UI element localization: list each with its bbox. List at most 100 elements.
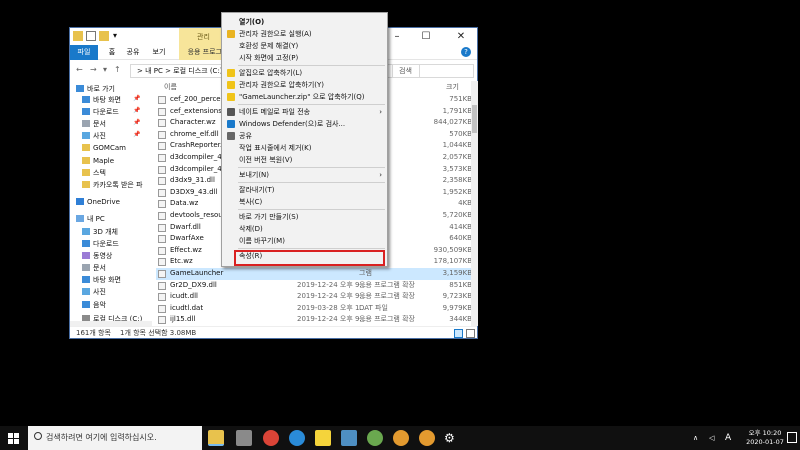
menu-item[interactable]: 작업 표시줄에서 제거(K) xyxy=(222,142,387,154)
recent-icon[interactable]: ▾ xyxy=(103,65,107,74)
menu-item[interactable]: 이름 바꾸기(M) xyxy=(222,235,387,247)
column-size[interactable]: 크기 xyxy=(446,81,459,93)
nav-item-label: Maple xyxy=(93,157,115,165)
file-row[interactable]: icudtl.dat 2019-03-28 오후 1... DAT 파일 9,979K… xyxy=(156,303,471,315)
file-icon xyxy=(158,316,166,325)
menu-item[interactable]: "GameLauncher.zip" 으로 압축하기(Q) xyxy=(222,91,387,103)
nav-item[interactable]: 음악 xyxy=(82,300,106,311)
search-input[interactable]: 검색 xyxy=(392,64,474,78)
menu-item[interactable]: 호환성 문제 해결(Y) xyxy=(222,40,387,52)
nav-item[interactable]: 스텍 xyxy=(82,168,106,179)
nav-item[interactable]: 다운로드 xyxy=(82,239,119,250)
menu-item[interactable]: 관리자 권한으로 실행(A) xyxy=(222,28,387,40)
up-icon[interactable]: ↑ xyxy=(114,65,121,74)
file-row[interactable]: Gr2D_DX9.dll 2019-12-24 오후 9... 응용 프로그램 확장… xyxy=(156,280,471,292)
file-explorer-icon[interactable] xyxy=(208,430,224,446)
tab-file[interactable]: 파일 xyxy=(70,45,98,60)
notification-icon[interactable] xyxy=(787,432,797,443)
kakaotalk-icon[interactable] xyxy=(315,430,331,446)
folder-icon xyxy=(76,198,84,205)
nav-item[interactable]: 동영상 xyxy=(82,251,112,262)
file-size: 9,723KB xyxy=(442,292,471,301)
menu-item[interactable]: 열기(O) xyxy=(222,16,387,28)
file-icon xyxy=(158,258,166,267)
nav-item[interactable]: 바로 가기 xyxy=(76,84,115,95)
manage-tab[interactable]: 관리 xyxy=(197,32,210,42)
app-icon[interactable] xyxy=(367,430,383,446)
menu-item[interactable]: 이전 버전 복원(V) xyxy=(222,154,387,166)
clock[interactable]: 오후 10:20 2020-01-07 xyxy=(745,429,785,447)
menu-item[interactable]: 관리자 권한으로 압축하기(Y) xyxy=(222,79,387,91)
nav-item-label: 바로 가기 xyxy=(87,85,115,93)
nate-icon xyxy=(227,108,235,116)
taskbar-search[interactable]: 검색하려면 여기에 입력하십시오. xyxy=(28,426,202,450)
file-row[interactable]: ijl15.dll 2019-12-24 오후 9... 응용 프로그램 확장 344… xyxy=(156,314,471,326)
nav-item[interactable]: 문서 xyxy=(82,119,106,130)
maplestory-icon[interactable] xyxy=(393,430,409,446)
nav-item[interactable]: 내 PC xyxy=(76,214,105,225)
scroll-thumb[interactable] xyxy=(472,105,477,133)
menu-item[interactable]: Windows Defender(으)로 검사... xyxy=(222,118,387,130)
file-row[interactable]: GameLauncher 그램 3,159KB xyxy=(156,268,471,280)
file-name: CrashReporter.dll xyxy=(170,141,226,150)
settings-icon[interactable]: ⚙ xyxy=(444,430,460,446)
maximize-button[interactable]: ☐ xyxy=(411,28,441,45)
menu-item[interactable]: 보내기(N) › xyxy=(222,169,387,181)
menu-item-label: 열기(O) xyxy=(239,18,265,26)
nav-item[interactable]: GOMCam xyxy=(82,143,126,154)
start-button[interactable] xyxy=(0,426,28,450)
tab-view[interactable]: 보기 xyxy=(150,45,168,60)
volume-icon[interactable]: ◁ xyxy=(709,426,714,450)
nav-item-label: 문서 xyxy=(93,120,106,128)
menu-item[interactable]: 시작 화면에 고정(P) xyxy=(222,52,387,64)
details-view-icon[interactable] xyxy=(454,329,463,338)
nav-item[interactable]: 바탕 화면 xyxy=(82,95,121,106)
tab-home[interactable]: 홈 xyxy=(104,45,120,60)
column-name[interactable]: 이름 xyxy=(164,81,177,93)
menu-item[interactable]: 알집으로 압축하기(L) xyxy=(222,67,387,79)
maplestory-icon[interactable] xyxy=(419,430,435,446)
menu-item[interactable]: 공유 xyxy=(222,130,387,142)
submenu-arrow-icon: › xyxy=(379,108,382,116)
close-button[interactable]: ✕ xyxy=(446,28,476,45)
nav-item[interactable]: 문서 xyxy=(82,263,106,274)
menu-item[interactable]: 바로 가기 만들기(S) xyxy=(222,211,387,223)
file-row[interactable]: icudt.dll 2019-12-24 오후 9... 응용 프로그램 확장 9,7… xyxy=(156,291,471,303)
nav-item-label: 바탕 화면 xyxy=(93,276,121,284)
menu-item[interactable]: 네이트 메일로 파일 전송 › xyxy=(222,106,387,118)
folder-icon xyxy=(82,181,90,188)
nav-item[interactable]: 카카오톡 받은 파 xyxy=(82,180,143,191)
nav-item[interactable]: 바탕 화면 xyxy=(82,275,121,286)
nav-item[interactable]: 사진 xyxy=(82,131,106,142)
menu-item[interactable]: 잘라내기(T) xyxy=(222,184,387,196)
menu-item[interactable]: 복사(C) xyxy=(222,196,387,208)
new-folder-icon[interactable] xyxy=(99,31,109,41)
chevron-up-icon[interactable]: ∧ xyxy=(693,426,698,450)
large-icons-view-icon[interactable] xyxy=(466,329,475,338)
menu-separator xyxy=(238,104,385,105)
internet-explorer-icon[interactable] xyxy=(289,430,305,446)
tab-share[interactable]: 공유 xyxy=(124,45,142,60)
calculator-icon[interactable] xyxy=(236,430,252,446)
back-icon[interactable]: ← xyxy=(76,65,83,74)
nav-item[interactable]: 3D 개체 xyxy=(82,227,118,238)
menu-item[interactable]: 삭제(D) xyxy=(222,223,387,235)
nav-item-label: 바탕 화면 xyxy=(93,96,121,104)
nav-item[interactable]: Maple xyxy=(82,156,114,167)
properties-icon[interactable] xyxy=(86,31,96,41)
chrome-icon[interactable] xyxy=(263,430,279,446)
windows-logo-icon xyxy=(14,433,19,438)
chevron-down-icon[interactable]: ▾ xyxy=(110,31,120,41)
nav-item[interactable]: 다운로드 xyxy=(82,107,119,118)
file-icon xyxy=(158,200,166,209)
vertical-scrollbar[interactable] xyxy=(471,81,478,326)
app-icon[interactable] xyxy=(341,430,357,446)
file-name: icudtl.dat xyxy=(170,303,204,312)
file-size: 1,044KB xyxy=(442,141,471,150)
nav-item[interactable]: OneDrive xyxy=(76,197,120,208)
forward-icon[interactable]: → xyxy=(90,65,97,74)
help-icon[interactable]: ? xyxy=(461,47,471,57)
file-size: 844,027KB xyxy=(433,118,471,127)
nav-item[interactable]: 사진 xyxy=(82,287,106,298)
ime-indicator[interactable]: A xyxy=(725,426,731,450)
